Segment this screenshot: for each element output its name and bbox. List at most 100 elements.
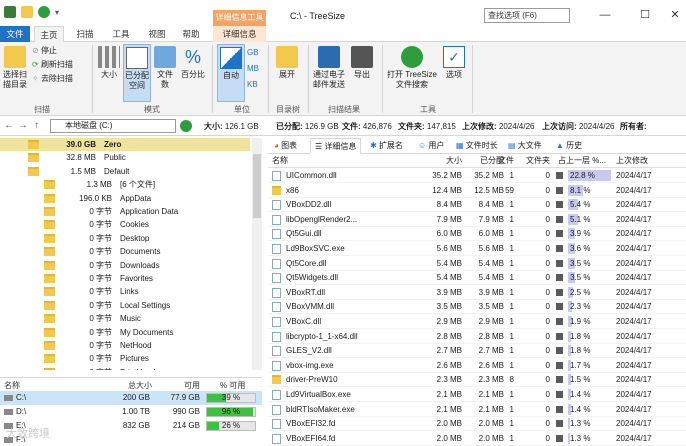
back-arrow-icon[interactable]: ← (4, 120, 14, 131)
col-folders[interactable]: 文件夹 (522, 154, 550, 168)
unit-mb-button[interactable]: MB (247, 64, 259, 74)
tab-users[interactable]: ☺ 用户 (418, 138, 444, 154)
tab-extensions[interactable]: ✱ 扩展名 (370, 138, 403, 154)
refresh-button[interactable]: ⟳ 刷新扫描 (32, 60, 73, 70)
file-row[interactable]: Qt5Gui.dll 6.0 MB 6.0 MB 1 0 3.9 % 2024/4/17 (268, 226, 686, 242)
export-button[interactable]: 导出 (350, 46, 374, 80)
file-row[interactable]: VBoxRT.dll 3.9 MB 3.9 MB 1 0 2.5 % 2024/4/17 (268, 285, 686, 300)
email-button[interactable]: 通过电子邮件发送 (312, 46, 346, 90)
tab-file[interactable]: 文件 (0, 26, 30, 42)
tree-row[interactable]: 0 字节 My Documents (0, 326, 250, 339)
maximize-button[interactable]: ☐ (638, 8, 652, 22)
file-row[interactable]: vbox-img.exe 2.6 MB 2.6 MB 1 0 1.7 % 2024/4/17 (268, 358, 686, 373)
file-row[interactable]: driver-PreW10 2.3 MB 2.3 MB 8 0 1.5 % 2024/4/1… (268, 372, 686, 388)
drive-row[interactable]: C:\ 200 GB 77.9 GB 39 % (0, 391, 262, 405)
open-search-button[interactable]: 打开 TreeSize 文件搜索 (386, 46, 438, 90)
col-allocated[interactable]: 已分配 (444, 154, 504, 168)
tree-scroll-thumb[interactable] (253, 154, 261, 218)
tab-large-files[interactable]: ▤ 大文件 (508, 138, 542, 154)
tree-row[interactable]: 0 字节 PrintHood (0, 366, 250, 370)
col-name[interactable]: 名称 (272, 154, 288, 168)
file-row[interactable]: x86 12.4 MB 12.5 MB 59 0 8.1 % 2024/4/17 (268, 183, 686, 198)
tab-home[interactable]: 主页 (34, 26, 64, 42)
drive-col-name[interactable]: 名称 (4, 380, 20, 391)
mode-allocated-button[interactable]: 已分配空间 (123, 44, 151, 102)
file-row[interactable]: UICommon.dll 35.2 MB 35.2 MB 1 0 22.8 % 2024/4… (268, 168, 686, 183)
mode-percent-button[interactable]: % 百分比 (181, 46, 205, 80)
tree-row[interactable]: 0 字节 Application Data (0, 205, 250, 218)
tree-row[interactable]: 196.0 KB AppData (0, 192, 250, 205)
path-field[interactable]: 本地磁盘 (C:) (50, 119, 176, 133)
file-row[interactable]: VBoxDD2.dll 8.4 MB 8.4 MB 1 0 5.4 % 2024/4/17 (268, 197, 686, 213)
drive-col-pct[interactable]: % 可用 (220, 380, 245, 391)
tree-row[interactable]: 1.3 MB [6 个文件] (0, 178, 250, 191)
tree-row[interactable]: 0 字节 Music (0, 312, 250, 325)
tree-row[interactable]: 1.5 MB Default (0, 165, 250, 178)
options-button[interactable]: ✓ 选项 (442, 46, 466, 80)
file-row[interactable]: Qt5Core.dll 5.4 MB 5.4 MB 1 0 3.5 % 2024/4/17 (268, 256, 686, 271)
drive-col-free[interactable]: 可用 (184, 380, 200, 391)
minimize-button[interactable]: — (598, 8, 612, 22)
tab-scan[interactable]: 扫描 (70, 26, 100, 42)
file-row[interactable]: bldRTIsoMaker.exe 2.1 MB 2.1 MB 1 0 1.4 % 2024… (268, 402, 686, 417)
file-row[interactable]: VBoxEFI64.fd 2.0 MB 2.0 MB 1 0 1.3 % 2024/4/17 (268, 431, 686, 446)
unit-auto-button[interactable]: 自动 (217, 44, 245, 102)
tree-row[interactable]: 0 字节 Desktop (0, 232, 250, 245)
col-last-modified[interactable]: 上次修改 (616, 154, 648, 168)
file-row[interactable]: libOpenglRender2... 7.9 MB 7.9 MB 1 0 5.1 % 20… (268, 212, 686, 227)
col-percent[interactable]: 占上一层 %... (558, 154, 606, 168)
tab-chart[interactable]: ◕ 图表 (274, 138, 297, 154)
tree-row-name: Documents (120, 247, 161, 257)
col-files[interactable]: 文件 (498, 154, 514, 168)
mode-files-button[interactable]: 文件数 (154, 46, 176, 90)
refresh-icon[interactable] (38, 6, 50, 18)
file-row[interactable]: VBoxEFI32.fd 2.0 MB 2.0 MB 1 0 1.3 % 2024/4/17 (268, 416, 686, 432)
file-row[interactable]: Ld9BoxSVC.exe 5.6 MB 5.6 MB 1 0 3.6 % 2024/4/1… (268, 241, 686, 256)
search-input[interactable]: 查找选项 (F6) (484, 8, 570, 23)
tree-row[interactable]: 0 字节 Links (0, 285, 250, 298)
expand-button[interactable]: 展开 (274, 46, 300, 80)
file-row[interactable]: Ld9VirtualBox.exe 2.1 MB 2.1 MB 1 0 1.4 % 2024… (268, 387, 686, 402)
tree-scrollbar[interactable] (252, 138, 262, 370)
file-row[interactable]: VBoxVMM.dll 3.5 MB 3.5 MB 1 0 2.3 % 2024/4/17 (268, 299, 686, 315)
stop-button[interactable]: ⊘ 停止 (32, 46, 57, 56)
tab-view[interactable]: 视图 (142, 26, 172, 42)
tree-row[interactable]: 39.0 GB Zero (0, 138, 250, 151)
unit-gb-button[interactable]: GB (247, 48, 259, 58)
file-list[interactable]: UICommon.dll 35.2 MB 35.2 MB 1 0 22.8 % 2024/4… (268, 168, 686, 446)
history-icon: ▲ (556, 141, 567, 150)
file-row[interactable]: libcrypto-1_1-x64.dll 2.8 MB 2.8 MB 1 0 1.8 %… (268, 329, 686, 344)
mode-size-button[interactable]: 大小 (98, 46, 120, 80)
tree-row[interactable]: 0 字节 Downloads (0, 259, 250, 272)
folder-tree[interactable]: 0 字节PrintHood0 字节Pictures0 字节NetHood0 字节… (0, 138, 262, 370)
tab-history[interactable]: ▲ 历史 (556, 138, 582, 154)
file-allocated: 3.5 MB (478, 302, 504, 312)
file-row[interactable]: GLES_V2.dll 2.7 MB 2.7 MB 1 0 1.8 % 2024/4/17 (268, 343, 686, 359)
file-name: Ld9BoxSVC.exe (286, 244, 345, 253)
unload-scan-button[interactable]: ✧ 去除扫描 (32, 74, 73, 84)
tab-file-age[interactable]: ▦ 文件时长 (456, 138, 498, 154)
tree-row[interactable]: 0 字节 Local Settings (0, 299, 250, 312)
tab-details[interactable]: 详细信息 (213, 26, 266, 42)
go-button[interactable] (180, 120, 192, 132)
up-arrow-icon[interactable]: ↑ (34, 120, 39, 131)
tree-row[interactable]: 32.8 MB Public (0, 151, 250, 164)
close-button[interactable]: ✕ (668, 8, 682, 22)
tab-details-view[interactable]: ☰ 详细信息 (310, 138, 362, 154)
tree-row[interactable]: 0 字节 NetHood (0, 339, 250, 352)
tree-row[interactable]: 0 字节 Documents (0, 245, 250, 258)
tab-help[interactable]: 帮助 (176, 26, 206, 42)
unit-kb-button[interactable]: KB (247, 80, 258, 90)
open-folder-icon[interactable] (21, 6, 33, 18)
tree-row[interactable]: 0 字节 Favorites (0, 272, 250, 285)
qat-dropdown-icon[interactable]: ▾ (55, 8, 59, 17)
file-row[interactable]: VBoxC.dll 2.9 MB 2.9 MB 1 0 1.9 % 2024/4/17 (268, 314, 686, 329)
forward-arrow-icon[interactable]: → (18, 120, 28, 131)
drive-row[interactable]: D:\ 1.00 TB 990 GB 96 % (0, 405, 262, 419)
file-row[interactable]: Qt5Widgets.dll 5.4 MB 5.4 MB 1 0 3.5 % 2024/4/… (268, 270, 686, 286)
tab-tools[interactable]: 工具 (106, 26, 136, 42)
drive-col-total[interactable]: 总大小 (128, 380, 152, 391)
tree-row[interactable]: 0 字节 Pictures (0, 352, 250, 365)
select-dir-button[interactable]: 选择扫描目录 (2, 46, 28, 90)
tree-row[interactable]: 0 字节 Cookies (0, 218, 250, 231)
